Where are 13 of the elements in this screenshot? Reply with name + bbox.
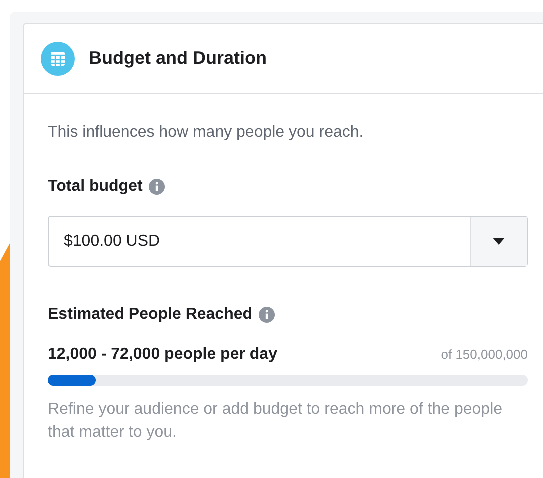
reach-label: Estimated People Reached [48,305,253,325]
description-text: This influences how many people you reach. [48,123,365,143]
info-icon[interactable] [258,307,275,323]
calendar-icon [41,42,75,76]
info-icon[interactable] [148,179,165,195]
reach-hint: Refine your audience or add budget to reach more of the people that matter to you. [48,400,504,443]
budget-label: Total budget [48,177,143,197]
reach-estimate: 12,000 - 72,000 people per day [48,345,278,365]
audience-total: of 150,000,000 [441,346,528,364]
budget-value: $100.00 USD [63,232,162,252]
caret-icon [493,238,505,245]
budget-dropdown[interactable]: $100.00 USD [48,216,528,267]
card-title: Budget and Duration [89,47,267,70]
